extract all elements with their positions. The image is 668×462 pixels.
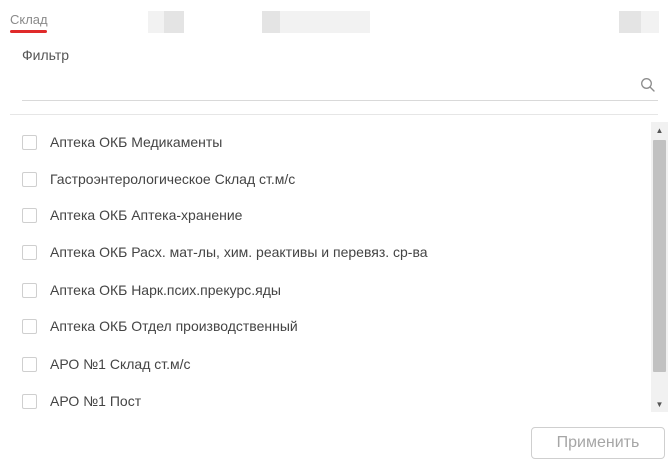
tab-obscured[interactable] xyxy=(148,11,184,33)
list-item-label: Аптека ОКБ Расх. мат-лы, хим. реактивы и… xyxy=(50,244,428,260)
list-item[interactable]: АРО №1 Склад ст.м/с xyxy=(22,352,191,376)
checkbox[interactable] xyxy=(22,393,37,409)
list-scrollbar[interactable]: ▲ ▼ xyxy=(651,122,668,412)
tab-warehouse[interactable]: Склад xyxy=(10,12,48,27)
checkbox[interactable] xyxy=(22,356,37,372)
tab-obscured[interactable] xyxy=(619,11,659,33)
list-item-label: АРО №1 Пост xyxy=(50,393,142,409)
checkbox[interactable] xyxy=(22,207,37,223)
checkbox[interactable] xyxy=(22,282,37,298)
apply-button[interactable]: Применить xyxy=(531,427,665,459)
search-icon[interactable] xyxy=(640,77,656,93)
scroll-thumb[interactable] xyxy=(653,140,666,372)
list-item-label: Аптека ОКБ Нарк.псих.прекурс.яды xyxy=(50,282,281,298)
checkbox[interactable] xyxy=(22,244,37,260)
scroll-down-arrow-icon[interactable]: ▼ xyxy=(651,396,668,412)
list-item-label: Аптека ОКБ Медикаменты xyxy=(50,134,223,150)
list-item[interactable]: Аптека ОКБ Отдел производственный xyxy=(22,314,298,338)
scroll-up-arrow-icon[interactable]: ▲ xyxy=(651,122,668,138)
divider xyxy=(10,114,658,115)
list-item[interactable]: Аптека ОКБ Нарк.псих.прекурс.яды xyxy=(22,278,281,302)
filter-label: Фильтр xyxy=(22,47,70,63)
tab-obscured[interactable] xyxy=(262,11,370,33)
list-item[interactable]: Аптека ОКБ Аптека-хранение xyxy=(22,203,242,227)
list-item-label: Гастроэнтерологическое Склад ст.м/с xyxy=(50,171,296,187)
checkbox[interactable] xyxy=(22,171,37,187)
checkbox[interactable] xyxy=(22,318,37,334)
active-tab-indicator xyxy=(10,30,47,33)
list-item-label: Аптека ОКБ Отдел производственный xyxy=(50,318,298,334)
tab-bar: Склад xyxy=(0,0,668,36)
list-item-label: АРО №1 Склад ст.м/с xyxy=(50,356,191,372)
list-item-label: Аптека ОКБ Аптека-хранение xyxy=(50,207,243,223)
list-item[interactable]: Аптека ОКБ Расх. мат-лы, хим. реактивы и… xyxy=(22,240,428,264)
list-item[interactable]: АРО №1 Пост xyxy=(22,389,141,413)
warehouse-list: Аптека ОКБ Медикаменты Гастроэнтерологич… xyxy=(0,122,650,414)
filter-input[interactable] xyxy=(22,70,658,101)
list-item[interactable]: Гастроэнтерологическое Склад ст.м/с xyxy=(22,167,295,191)
list-item[interactable]: Аптека ОКБ Медикаменты xyxy=(22,130,222,154)
checkbox[interactable] xyxy=(22,134,37,150)
